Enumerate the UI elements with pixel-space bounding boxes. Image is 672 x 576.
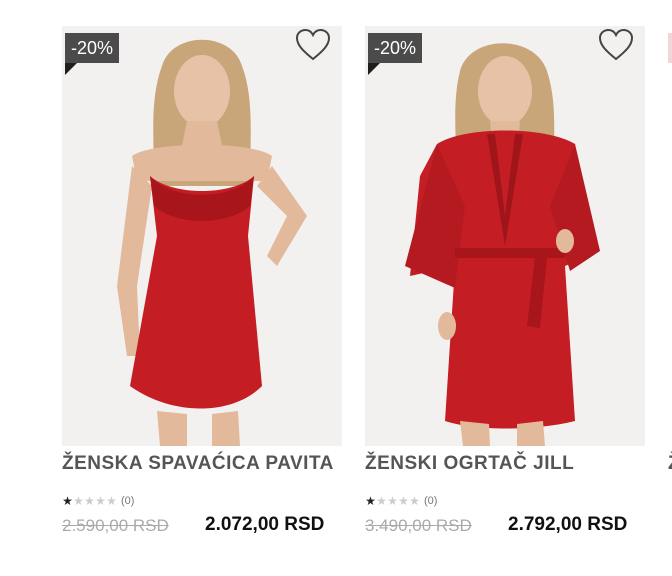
star-icon: ★ [387, 494, 398, 508]
discount-badge-partial [668, 33, 672, 63]
product-title[interactable]: ŽENSKA SPAVAĆICA PAVITA [62, 453, 352, 475]
star-icon: ★ [376, 494, 387, 508]
product-image[interactable] [365, 26, 645, 446]
star-icon: ★ [106, 494, 117, 508]
star-icon: ★ [365, 494, 376, 508]
product-photo-robe [365, 26, 645, 446]
product-title[interactable]: ŽENSKI OGRTAČ JILL [365, 453, 655, 475]
star-icon: ★ [62, 494, 73, 508]
rating-count: (0) [424, 495, 438, 507]
discount-badge-tail [368, 63, 380, 75]
product-card[interactable]: -20% ŽENSKA SPAVAĆICA PAVITA ★ ★ ★ ★ ★ (… [62, 0, 352, 576]
product-image[interactable] [62, 26, 342, 446]
discount-badge: -20% [65, 33, 120, 63]
star-icon: ★ [73, 494, 84, 508]
product-card-partial[interactable]: Ž [665, 0, 672, 576]
old-price: 2.590,00 RSD [62, 516, 169, 535]
wishlist-heart-icon[interactable] [598, 28, 634, 62]
old-price: 3.490,00 RSD [365, 516, 472, 535]
star-rating: ★ ★ ★ ★ ★ (0) [365, 493, 437, 509]
product-card[interactable]: -20% ŽENSKI OGRTAČ JILL ★ ★ ★ ★ ★ (0) 3.… [365, 0, 655, 576]
wishlist-heart-icon[interactable] [295, 28, 331, 62]
current-price: 2.072,00 RSD [205, 514, 325, 535]
star-icon: ★ [409, 494, 420, 508]
star-icon: ★ [95, 494, 106, 508]
star-rating: ★ ★ ★ ★ ★ (0) [62, 493, 134, 509]
star-icon: ★ [398, 494, 409, 508]
star-icon: ★ [84, 494, 95, 508]
discount-badge-tail [65, 63, 77, 75]
rating-count: (0) [121, 495, 135, 507]
discount-badge: -20% [368, 33, 423, 63]
product-photo-slip-dress [62, 26, 342, 446]
current-price: 2.792,00 RSD [508, 514, 628, 535]
product-title-partial[interactable]: Ž [668, 453, 672, 475]
